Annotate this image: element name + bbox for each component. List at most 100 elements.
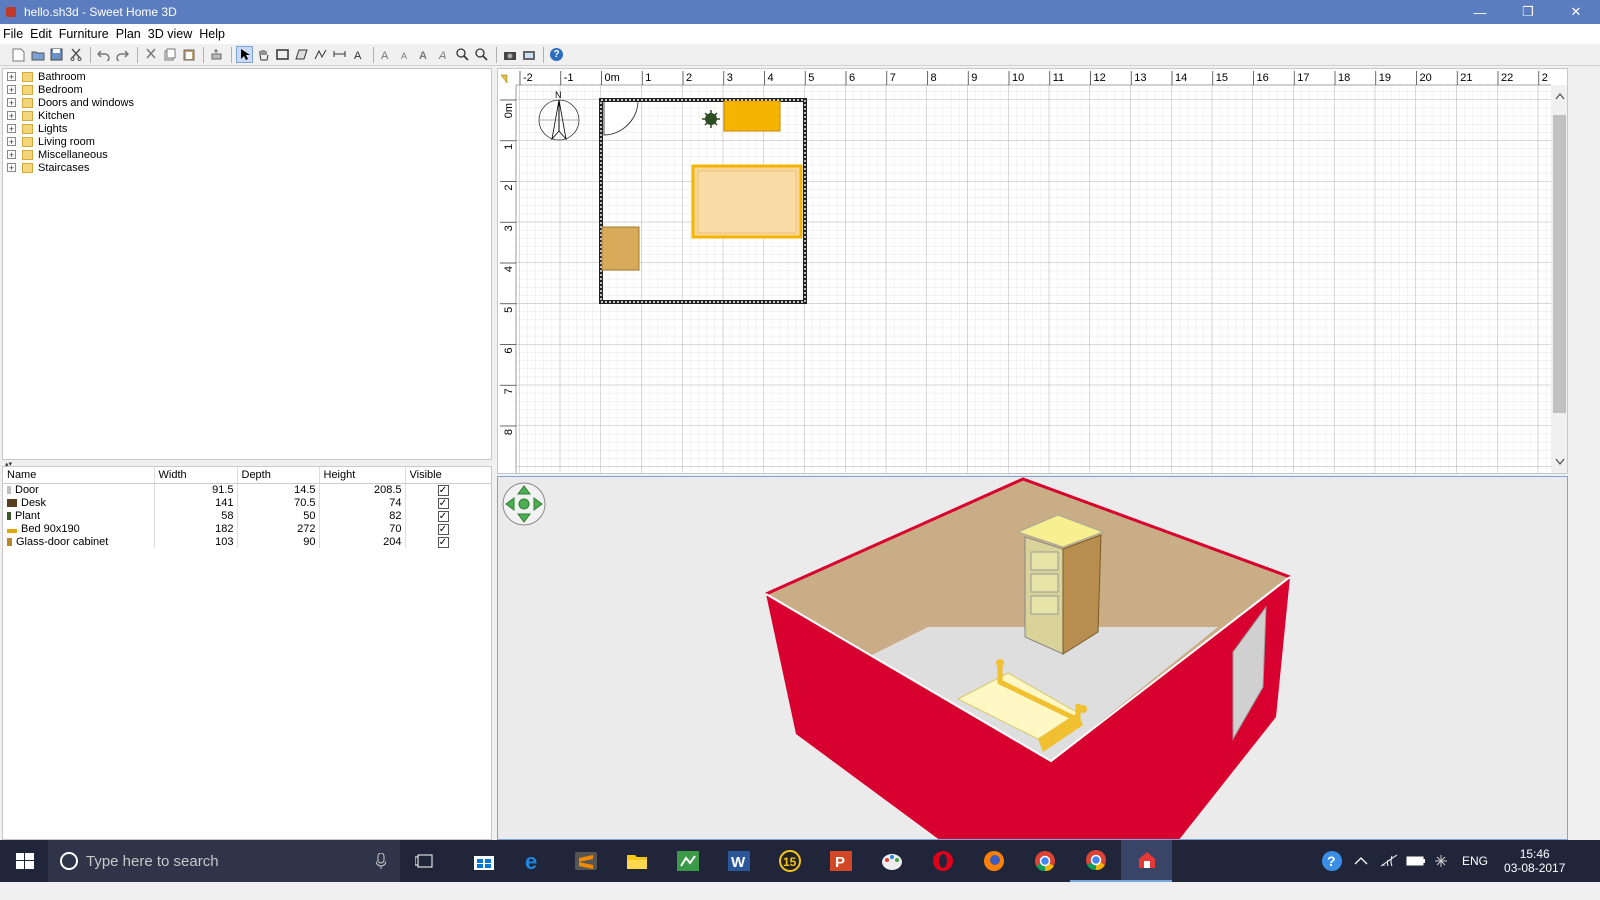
paste-icon[interactable] — [180, 46, 197, 63]
create-video-icon[interactable] — [520, 46, 537, 63]
microphone-icon[interactable] — [376, 853, 386, 869]
volume-icon[interactable] — [1434, 854, 1448, 868]
create-rooms-icon[interactable] — [293, 46, 310, 63]
word-icon[interactable]: W — [713, 851, 764, 871]
expand-icon[interactable]: + — [7, 150, 16, 159]
battery-icon[interactable] — [1406, 855, 1426, 867]
plan-view[interactable]: -2 -1 0m 1 2 3 4 5 6 7 8 9 10 11 12 13 14 15 16 17 18 19 20 21 2… — [497, 68, 1568, 474]
menu-help[interactable]: Help — [199, 27, 225, 41]
edge-icon[interactable]: e — [509, 850, 560, 872]
column-header-width[interactable]: Width — [154, 467, 238, 484]
paint-icon[interactable] — [866, 851, 917, 871]
save-icon[interactable] — [48, 46, 65, 63]
catalog-category-staircases[interactable]: + Staircases — [3, 161, 491, 174]
show-hidden-icons-icon[interactable] — [1354, 856, 1368, 866]
visible-checkbox[interactable]: ✓ — [437, 497, 449, 509]
italic-icon[interactable]: A — [435, 46, 452, 63]
visible-checkbox[interactable]: ✓ — [437, 536, 449, 548]
create-dimensions-icon[interactable] — [331, 46, 348, 63]
undo-icon[interactable] — [95, 46, 112, 63]
cut-icon[interactable] — [67, 46, 84, 63]
column-header-depth[interactable]: Depth — [237, 467, 320, 484]
pan-mode-icon[interactable] — [255, 46, 272, 63]
create-labels-icon[interactable]: A — [350, 46, 367, 63]
new-home-icon[interactable] — [10, 46, 27, 63]
plan-bed[interactable] — [691, 164, 803, 239]
select-mode-icon[interactable] — [236, 46, 253, 63]
expand-icon[interactable]: + — [7, 124, 16, 133]
add-furniture-icon[interactable] — [208, 46, 225, 63]
expand-icon[interactable]: + — [7, 85, 16, 94]
minimize-button[interactable]: — — [1456, 0, 1504, 24]
menu-edit[interactable]: Edit — [30, 27, 52, 41]
plan-desk[interactable] — [723, 100, 781, 132]
store-icon[interactable] — [458, 851, 509, 871]
sweet-home-3d-icon[interactable] — [1121, 840, 1172, 882]
catalog-category-miscellaneous[interactable]: + Miscellaneous — [3, 148, 491, 161]
3d-cabinet[interactable] — [1016, 514, 1105, 655]
create-polylines-icon[interactable] — [312, 46, 329, 63]
3d-canvas[interactable] — [498, 477, 1568, 840]
copy-icon[interactable] — [161, 46, 178, 63]
catalog-category-bathroom[interactable]: + Bathroom — [3, 70, 491, 83]
visible-checkbox[interactable]: ✓ — [437, 510, 449, 522]
catalog-category-living-room[interactable]: + Living room — [3, 135, 491, 148]
bold-icon[interactable]: A — [416, 46, 433, 63]
opera-icon[interactable] — [917, 850, 968, 872]
close-button[interactable]: ✕ — [1552, 0, 1600, 24]
column-header-height[interactable]: Height — [319, 467, 406, 484]
language-indicator[interactable]: ENG — [1462, 854, 1488, 868]
table-row[interactable]: Desk 141 70.5 74 ✓ — [3, 496, 491, 509]
table-row[interactable]: Door 91.5 14.5 208.5 ✓ — [3, 483, 491, 496]
catalog-category-doors-and-windows[interactable]: + Doors and windows — [3, 96, 491, 109]
taskbar-search-box[interactable]: Type here to search — [48, 840, 400, 882]
clock[interactable]: 15:46 03-08-2017 — [1504, 847, 1565, 875]
catalog-category-lights[interactable]: + Lights — [3, 122, 491, 135]
expand-icon[interactable]: + — [7, 72, 16, 81]
open-icon[interactable] — [29, 46, 46, 63]
app-15-icon[interactable]: 15 — [764, 850, 815, 872]
wifi-icon[interactable] — [1380, 854, 1398, 868]
expand-icon[interactable]: + — [7, 111, 16, 120]
maximize-button[interactable]: ❐ — [1504, 0, 1552, 24]
visible-checkbox[interactable]: ✓ — [437, 523, 449, 535]
expand-icon[interactable]: + — [7, 163, 16, 172]
catalog-category-bedroom[interactable]: + Bedroom — [3, 83, 491, 96]
powerpoint-icon[interactable]: P — [815, 851, 866, 871]
redo-icon[interactable] — [114, 46, 131, 63]
menu-file[interactable]: File — [3, 27, 23, 41]
help-icon[interactable]: ? — [548, 46, 565, 63]
zoom-out-icon[interactable] — [473, 46, 490, 63]
catalog-category-kitchen[interactable]: + Kitchen — [3, 109, 491, 122]
excel-like-icon[interactable] — [662, 851, 713, 871]
windows-start-icon[interactable] — [16, 853, 34, 869]
menu-plan[interactable]: Plan — [116, 27, 141, 41]
file-explorer-icon[interactable] — [611, 852, 662, 870]
firefox-icon[interactable] — [968, 850, 1019, 872]
3d-navigation-arrows[interactable] — [502, 482, 546, 526]
chrome-canary-icon[interactable] — [1070, 840, 1121, 882]
expand-icon[interactable]: + — [7, 137, 16, 146]
visible-checkbox[interactable]: ✓ — [437, 484, 449, 496]
expand-icon[interactable]: + — [7, 98, 16, 107]
increase-text-size-icon[interactable]: A — [378, 46, 395, 63]
zoom-in-icon[interactable] — [454, 46, 471, 63]
table-row[interactable]: Bed 90x190 182 272 70 ✓ — [3, 522, 491, 535]
chrome-icon[interactable] — [1019, 850, 1070, 872]
column-header-visible[interactable]: Visible — [405, 467, 491, 484]
plan-cabinet[interactable] — [601, 226, 640, 271]
create-photo-icon[interactable] — [501, 46, 518, 63]
plan-canvas[interactable]: -2 -1 0m 1 2 3 4 5 6 7 8 9 10 11 12 13 14 15 16 17 18 19 20 21 2… — [498, 69, 1568, 474]
sublime-icon[interactable] — [560, 852, 611, 870]
menu-furniture[interactable]: Furniture — [59, 27, 109, 41]
cut-icon[interactable] — [142, 46, 159, 63]
help-tray-icon[interactable]: ? — [1320, 849, 1344, 873]
decrease-text-size-icon[interactable]: A — [397, 46, 414, 63]
plan-scrollbar-thumb[interactable] — [1553, 115, 1566, 413]
table-row[interactable]: Glass-door cabinet 103 90 204 ✓ — [3, 535, 491, 548]
task-view-icon[interactable] — [415, 854, 435, 868]
column-header-name[interactable]: Name — [3, 467, 155, 484]
menu-3d-view[interactable]: 3D view — [148, 27, 192, 41]
table-row[interactable]: Plant 58 50 82 ✓ — [3, 509, 491, 522]
3d-view[interactable] — [497, 476, 1568, 840]
